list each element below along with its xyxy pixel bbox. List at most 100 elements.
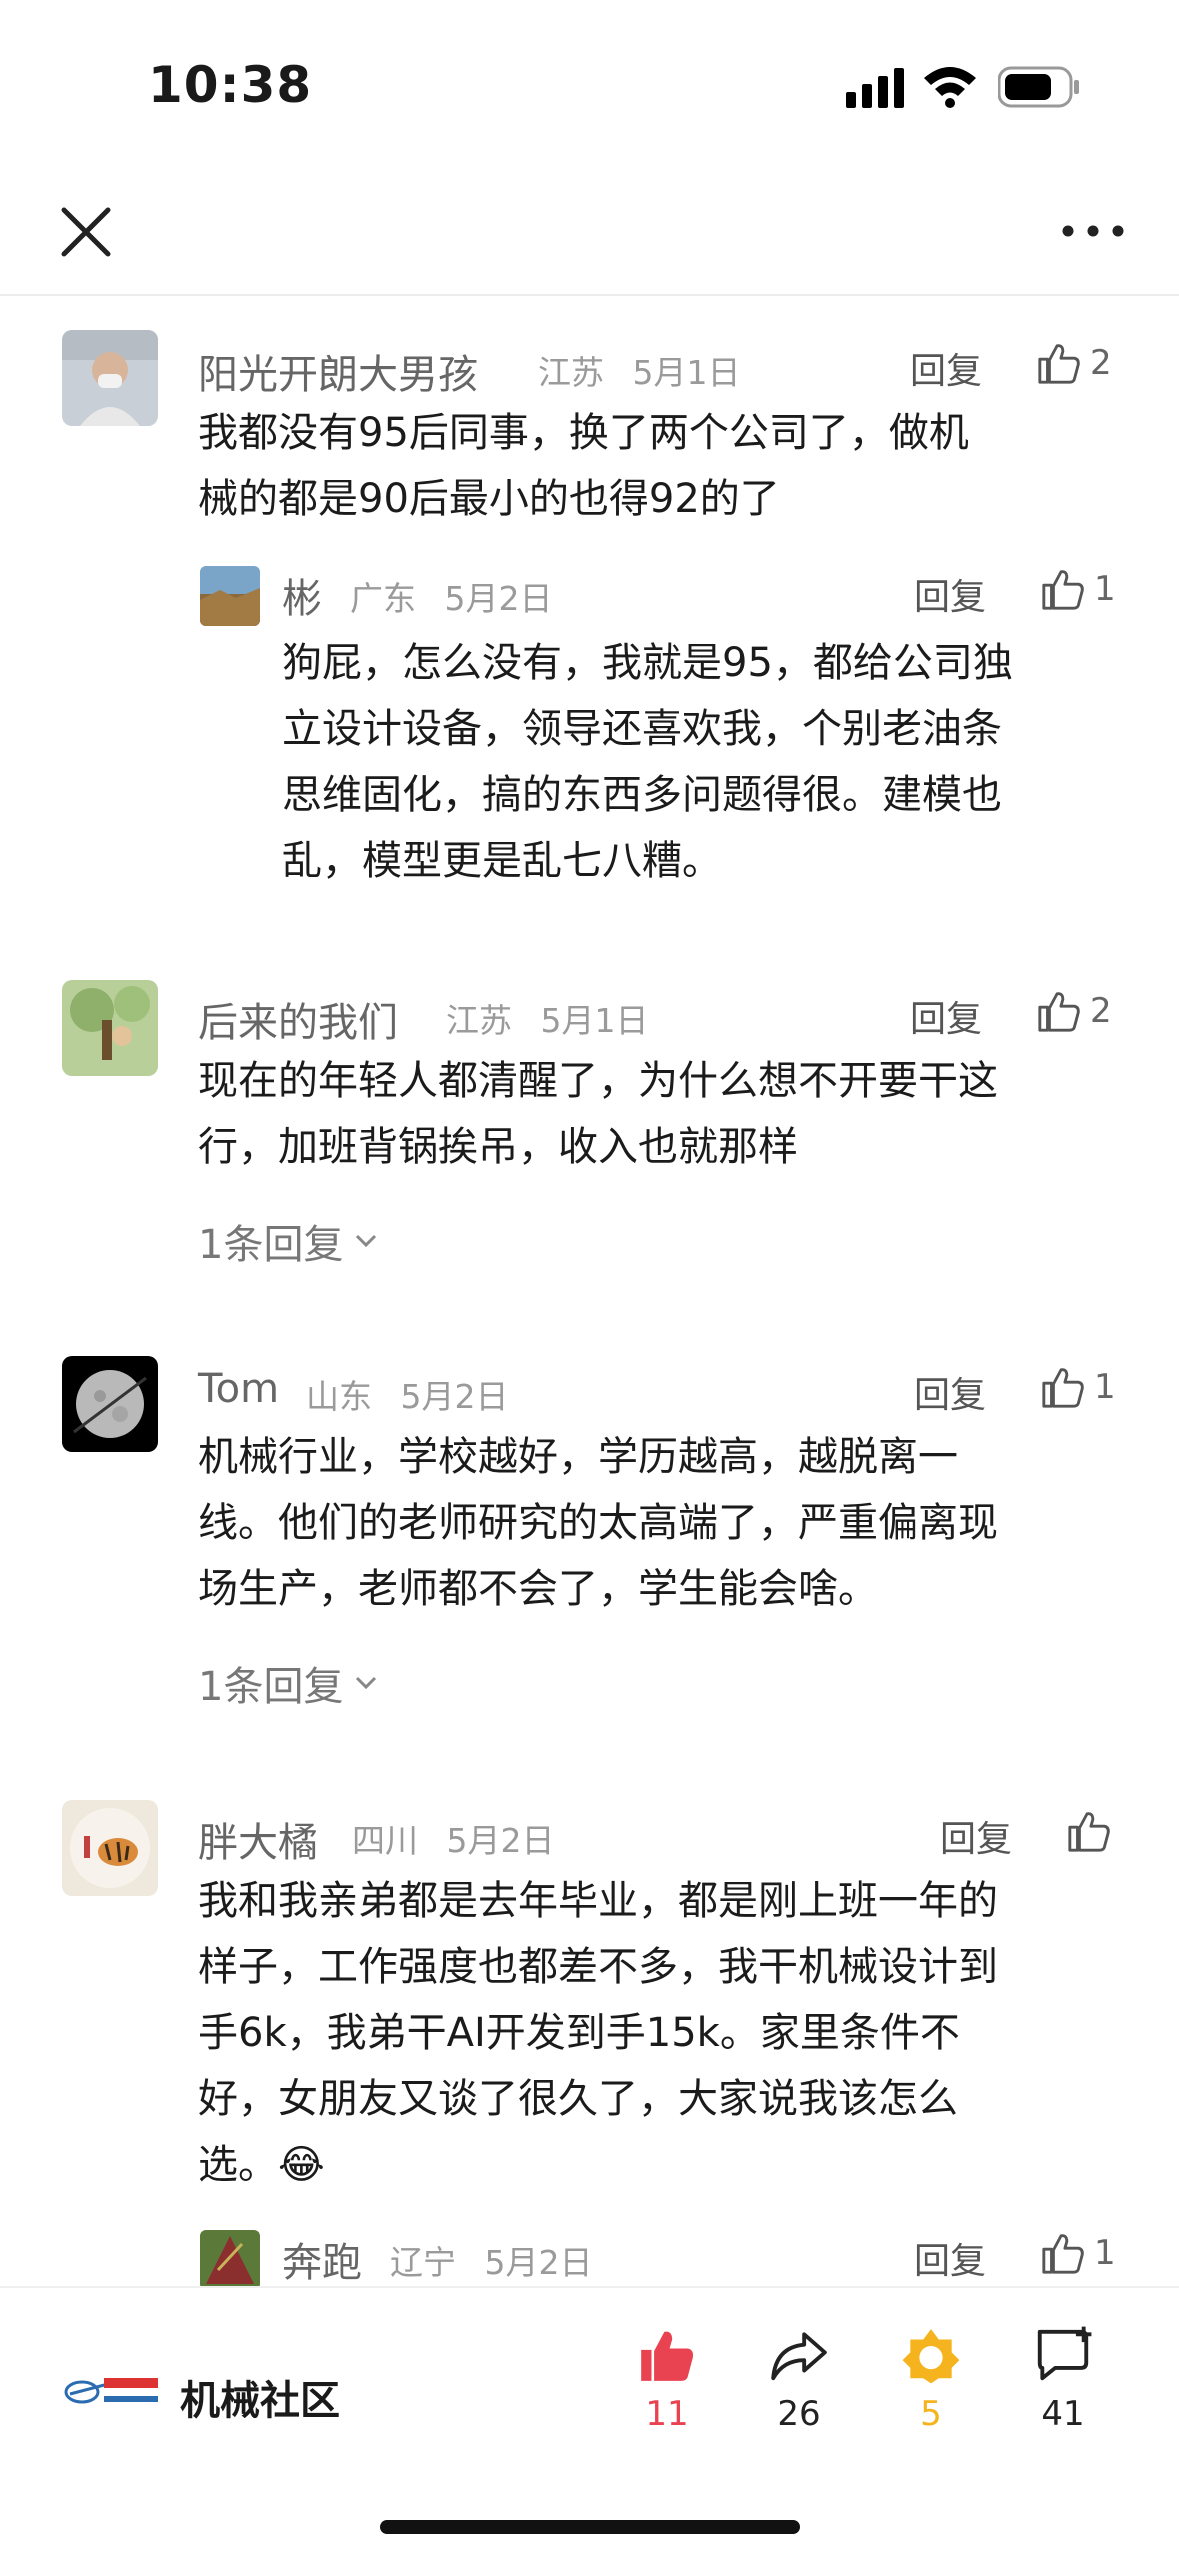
like-count: 2 [1090,343,1112,383]
like-count: 1 [1094,2233,1116,2273]
favorite-button[interactable]: 5 [876,2324,986,2434]
comment-region: 江苏 [538,353,604,392]
comment-text-line: 机械行业，学校越好，学历越高，越脱离一 [198,1434,958,1480]
thumb-up-icon [1038,344,1080,384]
reply-button[interactable]: 回复 [914,2232,986,2284]
comment-meta: 江苏 5月1日 [446,994,649,1042]
comment-region: 江苏 [446,1001,512,1040]
comment-text-line: 手6k，我弟干AI开发到手15k。家里条件不 [198,2010,960,2056]
brand-name[interactable]: 机械社区 [180,2368,340,2426]
thumb-up-icon [1068,1812,1110,1852]
comment-date: 5月2日 [400,1377,509,1416]
cellular-signal-icon [846,68,904,108]
comment-text-line: 场生产，老师都不会了，学生能会啥。 [198,1566,878,1612]
comment-author[interactable]: Tom [198,1366,279,1412]
reply-button[interactable]: 回复 [914,568,986,620]
comment-author[interactable]: 阳光开朗大男孩 [198,342,478,400]
reply-text-line: 思维固化，搞的东西多问题得很。建模也 [282,772,1002,818]
thumb-up-icon [1042,570,1084,610]
brand-logo[interactable] [60,2364,164,2420]
share-count: 26 [777,2394,821,2434]
expand-replies-label: 1条回复 [198,1664,344,1710]
close-icon[interactable] [54,200,118,264]
reply-meta: 广东 5月2日 [350,572,553,620]
thumb-up-icon [1038,992,1080,1032]
like-button[interactable]: 1 [1040,564,1116,614]
reply-meta: 辽宁 5月2日 [390,2236,593,2284]
comment-text: 我都没有95后同事，换了两个公司了，做机 械的都是90后最小的也得92的了 [198,400,1128,532]
comment-text-line: 械的都是90后最小的也得92的了 [198,476,780,522]
comment-text: 现在的年轻人都清醒了，为什么想不开要干这 行，加班背锅挨吊，收入也就那样 [198,1048,1138,1180]
like-count: 1 [1094,1367,1116,1407]
comment-author[interactable]: 后来的我们 [198,990,398,1048]
reply-region: 广东 [350,579,416,618]
reply-author[interactable]: 奔跑 [282,2230,362,2288]
comment-text-line: 选。😂 [198,2142,325,2188]
like-count: 1 [1094,569,1116,609]
reply-button[interactable]: 回复 [940,1810,1012,1862]
battery-icon [998,66,1079,108]
top-nav-bar [0,170,1179,296]
thumb-up-icon [1042,1368,1084,1408]
chevron-down-icon [356,1234,377,1248]
expand-replies-button[interactable]: 1条回复 [198,1654,379,1712]
comment-icon [1037,2326,1092,2381]
reply-button[interactable]: 回复 [914,1366,986,1418]
comment-button[interactable]: 41 [1008,2324,1118,2434]
like-button[interactable]: 1 [1040,2228,1116,2278]
share-icon [771,2332,827,2381]
reply-text-line: 乱，模型更是乱七八糟。 [282,838,722,884]
expand-replies-label: 1条回复 [198,1222,344,1268]
comment-meta: 江苏 5月1日 [538,346,741,394]
reply-date: 5月2日 [444,579,553,618]
comment-text-line: 行，加班背锅挨吊，收入也就那样 [198,1124,798,1170]
reply-date: 5月2日 [484,2243,593,2282]
post-like-count: 11 [645,2394,689,2434]
comment-meta: 山东 5月2日 [306,1370,509,1418]
like-button[interactable] [1066,1806,1120,1856]
reply-avatar[interactable] [200,566,260,626]
more-icon[interactable] [1058,206,1128,256]
expand-replies-button[interactable]: 1条回复 [198,1212,379,1270]
share-button[interactable]: 26 [744,2324,854,2434]
comment-date: 5月2日 [446,1821,555,1860]
comment-date: 5月1日 [540,1001,649,1040]
chevron-down-icon [356,1676,377,1690]
thumb-up-icon [641,2331,694,2381]
reply-button[interactable]: 回复 [910,990,982,1042]
reply-button[interactable]: 回复 [910,342,982,394]
comment-region: 四川 [352,1821,418,1860]
comment-text: 机械行业，学校越好，学历越高，越脱离一 线。他们的老师研究的太高端了，严重偏离现… [198,1424,1138,1622]
reply-region: 辽宁 [390,2243,456,2282]
avatar[interactable] [62,1800,158,1896]
comment-author[interactable]: 胖大橘 [198,1810,318,1868]
comment-text-line: 样子，工作强度也都差不多，我干机械设计到 [198,1944,998,1990]
like-button[interactable]: 1 [1040,1362,1116,1412]
like-count: 2 [1090,991,1112,1031]
like-button[interactable]: 2 [1036,986,1112,1036]
avatar[interactable] [62,980,158,1076]
like-post-button[interactable]: 11 [612,2324,722,2434]
reply-text: 狗屁，怎么没有，我就是95，都给公司独 立设计设备，领导还喜欢我，个别老油条 思… [282,630,1142,894]
comment-region: 山东 [306,1377,372,1416]
reply-author[interactable]: 彬 [282,566,322,624]
comment-text-line: 线。他们的老师研究的太高端了，严重偏离现 [198,1500,998,1546]
comment-text-line: 好，女朋友又谈了很久了，大家说我该怎么 [198,2076,958,2122]
comment-text-line: 我和我亲弟都是去年毕业，都是刚上班一年的 [198,1878,998,1924]
reply-text-line: 立设计设备，领导还喜欢我，个别老油条 [282,706,1002,752]
favorite-count: 5 [920,2394,942,2434]
favorite-icon [902,2329,960,2384]
comment-date: 5月1日 [632,353,741,392]
wifi-icon [924,67,976,108]
comment-count: 41 [1041,2394,1085,2434]
comment-text: 我和我亲弟都是去年毕业，都是刚上班一年的 样子，工作强度也都差不多，我干机械设计… [198,1868,1138,2198]
comment-text-line: 我都没有95后同事，换了两个公司了，做机 [198,410,969,456]
status-bar: 10:38 [0,0,1179,170]
like-button[interactable]: 2 [1036,338,1112,388]
avatar[interactable] [62,330,158,426]
avatar[interactable] [62,1356,158,1452]
bottom-action-bar: 机械社区 11 26 5 41 [0,2286,1179,2558]
reply-avatar[interactable] [200,2230,260,2290]
comment-meta: 四川 5月2日 [352,1814,555,1862]
home-indicator[interactable] [380,2520,800,2534]
